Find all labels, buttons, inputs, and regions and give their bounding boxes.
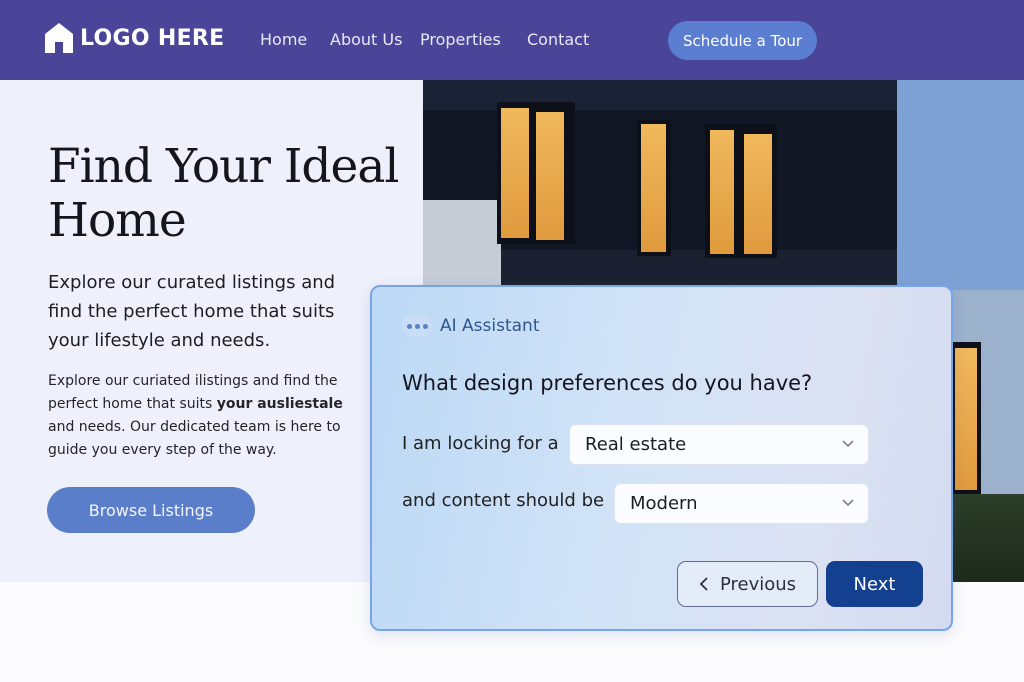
chevron-down-icon (842, 499, 854, 507)
assistant-question: What design preferences do you have? (402, 371, 813, 395)
logo-text: LOGO HERE (80, 25, 225, 51)
chevron-left-icon (699, 577, 708, 591)
hero-body-text-end: and needs. Our dedicated team is here to… (48, 419, 341, 458)
nav-link-properties[interactable]: Properties (420, 30, 501, 49)
style-value: Modern (630, 493, 698, 514)
top-navigation: LOGO HERE Home About Us Properties Conta… (0, 0, 1024, 80)
previous-label: Previous (719, 573, 797, 595)
nav-link-about[interactable]: About Us (330, 30, 402, 49)
style-select[interactable]: Modern (614, 483, 869, 524)
browse-listings-button[interactable]: Browse Listings (47, 487, 255, 533)
previous-button[interactable]: Previous (677, 561, 818, 607)
home-icon (45, 23, 73, 53)
hero-title: Find Your Ideal Home (48, 139, 399, 248)
next-button[interactable]: Next (826, 561, 923, 607)
logo[interactable]: LOGO HERE (44, 22, 224, 54)
property-type-label: I am locking for a (402, 433, 559, 454)
property-type-select[interactable]: Real estate (569, 424, 869, 465)
style-label: and content should be (402, 490, 605, 511)
typing-dots-icon (402, 315, 432, 337)
ai-assistant-label: AI Assistant (440, 316, 540, 336)
ai-assistant-header: AI Assistant (402, 315, 540, 337)
property-type-value: Real estate (585, 434, 687, 455)
nav-link-home[interactable]: Home (260, 30, 307, 49)
hero-body: Explore our curiated ilistings and find … (48, 370, 348, 462)
schedule-tour-button[interactable]: Schedule a Tour (668, 21, 817, 60)
ai-assistant-card: AI Assistant What design preferences do … (370, 285, 953, 631)
chevron-down-icon (842, 440, 854, 448)
nav-link-contact[interactable]: Contact (527, 30, 589, 49)
hero-body-bold: your ausliestale (216, 396, 343, 412)
hero-subtitle: Explore our curated listings and find th… (48, 272, 336, 351)
